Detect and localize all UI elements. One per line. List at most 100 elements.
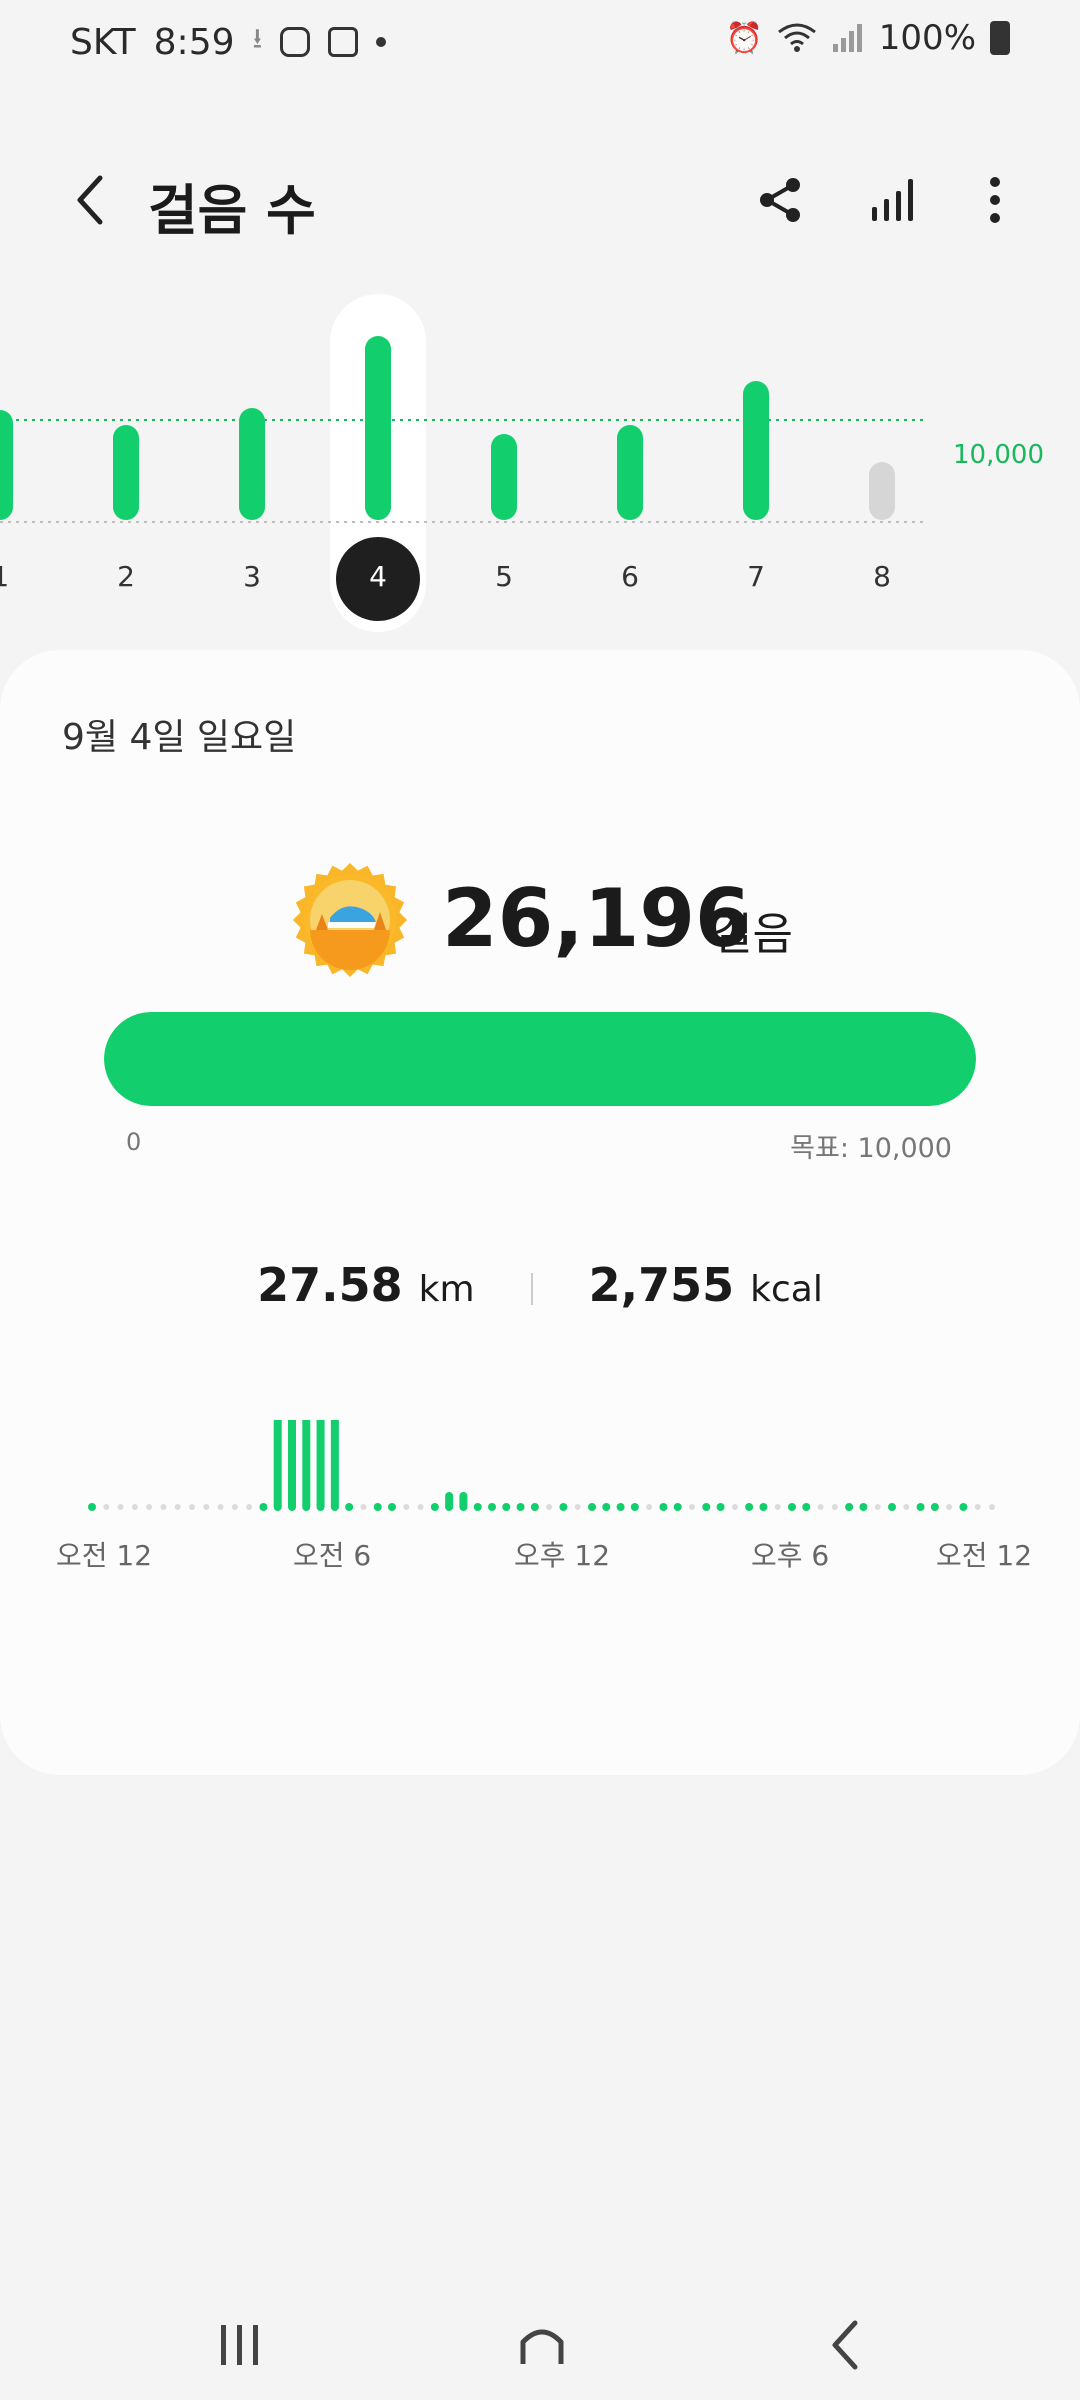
day-label[interactable]: 8 <box>852 560 912 593</box>
share-icon <box>760 178 800 222</box>
more-options-button[interactable] <box>960 165 1030 235</box>
back-button[interactable] <box>55 165 125 235</box>
battery-percent: 100% <box>878 18 976 58</box>
hour-empty-dot <box>189 1504 195 1510</box>
chevron-left-icon <box>832 2320 858 2370</box>
hour-bar <box>702 1503 711 1511</box>
hour-bar <box>273 1420 282 1511</box>
hour-bar <box>502 1503 511 1511</box>
calories-unit: kcal <box>750 1269 823 1310</box>
hour-bar <box>259 1503 268 1511</box>
hour-empty-dot <box>903 1504 910 1510</box>
step-count-unit: 걸음 <box>712 909 793 960</box>
day-bar <box>869 462 895 520</box>
day-label[interactable]: 3 <box>222 560 282 593</box>
hour-empty-dot <box>689 1504 695 1510</box>
distance-value: 27.58 <box>257 1258 403 1312</box>
download-icon: ⭳ <box>252 22 263 55</box>
hour-bar <box>473 1503 482 1511</box>
carrier: SKT <box>70 21 136 63</box>
hour-bar <box>859 1503 868 1511</box>
hour-bar <box>916 1503 925 1511</box>
distance-calories-row: 27.58 km 2,755 kcal <box>0 1258 1080 1312</box>
day-label[interactable]: 7 <box>726 560 786 593</box>
hour-empty-dot <box>131 1504 138 1510</box>
stats-divider <box>530 1272 533 1305</box>
hour-empty-dot <box>974 1504 981 1510</box>
hourly-chart-svg <box>88 1420 995 1511</box>
hour-bar <box>845 1503 854 1511</box>
hour-empty-dot <box>989 1504 995 1510</box>
home-button[interactable] <box>497 2310 587 2380</box>
step-count: 26,196 <box>442 872 751 965</box>
progress-goal-label: 목표: 10,000 <box>790 1133 952 1164</box>
time-axis-label: 오전 12 <box>936 1539 1033 1572</box>
instagram-icon <box>280 27 311 57</box>
hour-empty-dot <box>774 1504 781 1510</box>
hour-bar <box>802 1503 811 1511</box>
system-navigation-bar <box>0 2290 1080 2400</box>
share-button[interactable] <box>745 165 815 235</box>
hour-empty-dot <box>817 1504 824 1510</box>
chevron-left-icon <box>77 175 103 225</box>
time-axis-label: 오전 12 <box>56 1539 153 1572</box>
hour-empty-dot <box>203 1504 210 1510</box>
hour-bar <box>445 1492 454 1511</box>
hour-empty-dot <box>403 1504 410 1510</box>
goal-progress-bar <box>104 1012 976 1106</box>
hour-bar <box>888 1503 896 1511</box>
weekly-steps-chart[interactable]: 10,000 /1 2 3 4 5 6 7 8 <box>0 280 1080 640</box>
hour-bar <box>630 1503 639 1511</box>
status-left: SKT 8:59 ⭳ <box>70 18 387 66</box>
goal-achieved-medal-icon <box>293 863 407 977</box>
day-bar <box>365 336 391 520</box>
hour-empty-dot <box>174 1504 181 1510</box>
hour-empty-dot <box>731 1504 738 1510</box>
hour-bar <box>345 1503 354 1511</box>
system-back-button[interactable] <box>800 2310 890 2380</box>
hour-bar <box>659 1503 668 1511</box>
day-label[interactable]: /1 <box>0 560 42 593</box>
selected-date: 9월 4일 일요일 <box>62 717 297 758</box>
home-icon <box>520 2329 564 2364</box>
distance-unit: km <box>418 1269 475 1310</box>
day-bar <box>491 434 517 520</box>
page-title: 걸음 수 <box>148 179 316 242</box>
recent-apps-button[interactable] <box>195 2310 285 2380</box>
time-axis-label: 오후 12 <box>514 1539 611 1572</box>
progress-min-label: 0 <box>126 1128 142 1156</box>
trends-button[interactable] <box>858 165 928 235</box>
hour-empty-dot <box>231 1504 238 1510</box>
hour-empty-dot <box>146 1504 153 1510</box>
hour-empty-dot <box>574 1504 581 1510</box>
day-label[interactable]: 2 <box>96 560 156 593</box>
hour-bar <box>288 1420 296 1511</box>
hour-bar <box>930 1503 939 1511</box>
hour-bar <box>588 1503 596 1511</box>
hour-empty-dot <box>646 1504 653 1510</box>
day-label[interactable]: 5 <box>474 560 534 593</box>
calories-value: 2,755 <box>588 1258 735 1312</box>
hour-bar <box>302 1420 311 1511</box>
recent-apps-icon <box>221 2325 258 2365</box>
goal-line-label: 10,000 <box>953 440 1044 470</box>
hour-bar <box>673 1503 682 1511</box>
day-bar <box>617 425 643 520</box>
day-label[interactable]: 4 <box>348 560 408 593</box>
time-axis-label: 오전 6 <box>293 1539 372 1572</box>
battery-icon <box>990 21 1010 55</box>
hour-bar <box>530 1503 539 1511</box>
wifi-icon <box>777 23 816 52</box>
hour-bar <box>959 1503 968 1511</box>
app-header: 걸음 수 <box>0 150 1080 250</box>
time-axis-label: 오후 6 <box>751 1539 830 1572</box>
hour-empty-dot <box>874 1504 881 1510</box>
day-label[interactable]: 6 <box>600 560 660 593</box>
hour-bar <box>716 1503 725 1511</box>
hourly-steps-chart[interactable] <box>0 1420 1080 1750</box>
hour-bar <box>316 1420 325 1511</box>
gallery-icon <box>328 27 359 57</box>
hour-bar <box>516 1503 525 1511</box>
signal-icon <box>832 24 862 52</box>
hour-bar <box>373 1503 382 1511</box>
